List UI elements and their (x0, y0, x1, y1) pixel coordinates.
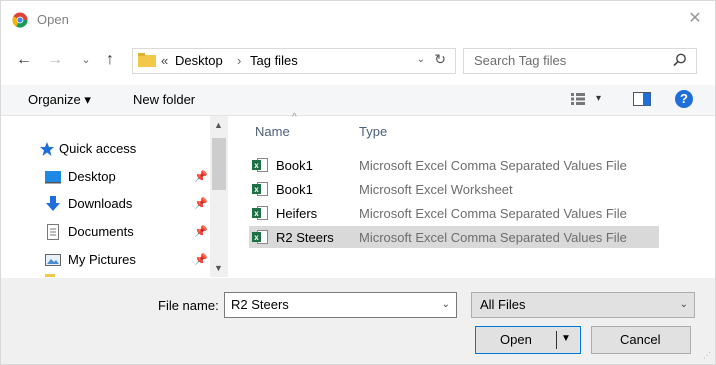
file-name: Book1 (276, 182, 313, 197)
open-dialog: Open ✕ ← → ⌄ ↑ « Desktop › Tag files ⌄ ↻… (0, 0, 716, 365)
address-bar[interactable]: « Desktop › Tag files ⌄ ↻ (132, 48, 456, 74)
svg-text:x: x (254, 233, 259, 242)
pin-icon: 📌 (194, 254, 208, 266)
sidebar-item-downloads[interactable]: Downloads 📌 (1, 193, 211, 215)
file-row-selected[interactable]: x R2 Steers Microsoft Excel Comma Separa… (249, 226, 659, 248)
filename-value[interactable]: R2 Steers (231, 297, 289, 312)
cancel-button-label: Cancel (620, 332, 661, 347)
file-name: Book1 (276, 158, 313, 173)
breadcrumb-separator: › (237, 53, 242, 68)
file-type: Microsoft Excel Comma Separated Values F… (359, 230, 627, 245)
navigation-pane: Quick access Desktop 📌 Downloads 📌 Docum… (1, 116, 231, 277)
resize-grip-icon[interactable]: ⋰ (703, 351, 711, 360)
file-row[interactable]: x Book1 Microsoft Excel Comma Separated … (249, 154, 659, 176)
filename-input[interactable]: R2 Steers ⌄ (224, 292, 457, 318)
file-name: Heifers (276, 206, 318, 221)
sidebar-item-label: Documents (68, 224, 134, 239)
search-box[interactable]: Search Tag files (463, 48, 697, 74)
sidebar-item-my-pictures[interactable]: My Pictures 📌 (1, 249, 211, 271)
sort-ascending-icon: ^ (292, 112, 297, 123)
file-row[interactable]: x Book1 Microsoft Excel Worksheet (249, 178, 659, 200)
close-button[interactable]: ✕ (685, 9, 705, 29)
scroll-up-icon[interactable]: ▲ (214, 120, 223, 130)
excel-worksheet-icon: x (252, 182, 268, 196)
pictures-icon (45, 254, 61, 266)
file-type: Microsoft Excel Comma Separated Values F… (359, 158, 627, 173)
sidebar-item-label: Quick access (59, 141, 137, 156)
organize-menu[interactable]: Organize ▾ (28, 92, 91, 108)
open-button-label: Open (500, 332, 532, 347)
new-folder-button[interactable]: New folder (133, 92, 195, 107)
dialog-footer: File name: R2 Steers ⌄ All Files ⌄ Open … (1, 278, 715, 364)
sidebar-item-desktop[interactable]: Desktop 📌 (1, 166, 211, 188)
pin-icon: 📌 (194, 226, 208, 238)
file-row[interactable]: x Heifers Microsoft Excel Comma Separate… (249, 202, 659, 224)
partial-folder-icon (45, 274, 55, 277)
address-dropdown-icon[interactable]: ⌄ (417, 54, 425, 65)
file-type-value: All Files (480, 297, 526, 312)
pin-icon: 📌 (194, 171, 208, 183)
file-type: Microsoft Excel Worksheet (359, 182, 513, 197)
excel-csv-icon: x (252, 230, 268, 244)
svg-text:x: x (254, 185, 259, 194)
svg-text:x: x (254, 161, 259, 170)
excel-csv-icon: x (252, 206, 268, 220)
star-icon (40, 142, 54, 156)
help-icon[interactable]: ? (675, 90, 693, 108)
filename-label: File name: (158, 298, 219, 313)
chevron-down-icon[interactable]: ⌄ (680, 299, 688, 310)
svg-text:x: x (254, 209, 259, 218)
refresh-icon[interactable]: ↻ (434, 51, 446, 68)
window-title: Open (37, 12, 69, 27)
folder-icon (138, 53, 156, 67)
breadcrumb-desktop[interactable]: Desktop (175, 53, 223, 68)
sidebar-item-quick-access[interactable]: Quick access (1, 138, 211, 160)
split-divider (556, 331, 557, 349)
sidebar-item-label: Downloads (68, 196, 133, 211)
navigation-scrollbar[interactable]: ▲ ▼ (210, 116, 228, 277)
forward-button[interactable]: → (46, 51, 64, 69)
column-header-type[interactable]: Type (359, 124, 387, 139)
file-type-select[interactable]: All Files ⌄ (471, 292, 695, 318)
up-button[interactable]: ↑ (101, 51, 119, 69)
chevron-down-icon[interactable]: ⌄ (442, 299, 450, 310)
scroll-down-icon[interactable]: ▼ (214, 263, 223, 273)
preview-pane-icon[interactable] (633, 92, 651, 106)
sidebar-item-documents[interactable]: Documents 📌 (1, 221, 211, 243)
download-icon (46, 196, 60, 211)
command-bar: Organize ▾ New folder ▾ ? (1, 85, 715, 116)
sidebar-item-label: Desktop (68, 169, 116, 184)
open-button[interactable]: Open ▼ (475, 326, 581, 354)
sidebar-item-label: My Pictures (68, 252, 136, 267)
search-icon[interactable] (672, 52, 688, 68)
change-view-icon[interactable] (571, 93, 585, 105)
back-button[interactable]: ← (15, 51, 33, 69)
file-type: Microsoft Excel Comma Separated Values F… (359, 206, 627, 221)
desktop-icon (45, 171, 61, 184)
overflow-chevron[interactable]: « (161, 53, 168, 68)
search-input[interactable]: Search Tag files (474, 53, 566, 68)
view-dropdown-icon[interactable]: ▾ (596, 93, 601, 104)
open-dropdown-icon[interactable]: ▼ (561, 333, 571, 344)
documents-icon (47, 224, 59, 240)
pin-icon: 📌 (194, 198, 208, 210)
scrollbar-thumb[interactable] (212, 138, 226, 190)
column-header-name[interactable]: Name (255, 124, 290, 139)
file-list: ^ Name Type x Book1 Microsoft Excel Comm… (237, 112, 715, 277)
title-bar: Open ✕ (1, 1, 715, 39)
excel-csv-icon: x (252, 158, 268, 172)
chrome-icon (12, 12, 28, 28)
file-name: R2 Steers (276, 230, 334, 245)
cancel-button[interactable]: Cancel (591, 326, 691, 354)
breadcrumb-tag-files[interactable]: Tag files (250, 53, 298, 68)
recent-locations-button[interactable]: ⌄ (77, 51, 95, 69)
